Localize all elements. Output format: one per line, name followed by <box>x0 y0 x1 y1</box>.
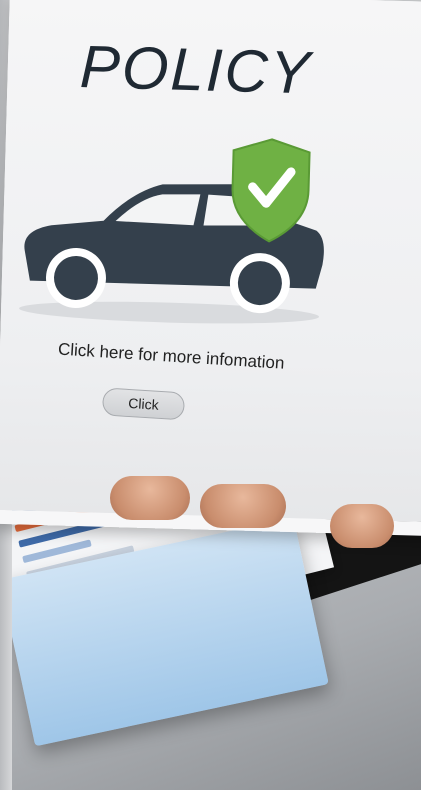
finger <box>200 484 286 528</box>
finger <box>110 476 190 520</box>
click-button[interactable]: Click <box>101 387 186 421</box>
page-title: POLICY <box>78 32 313 107</box>
finger <box>330 504 394 548</box>
tablet-device: POLICY Click here for more infomation Cl… <box>0 0 421 537</box>
tablet-screen: POLICY Click here for more infomation Cl… <box>0 0 421 523</box>
car-illustration <box>19 138 324 324</box>
photo-scene: POLICY Click here for more infomation Cl… <box>0 0 421 790</box>
info-text: Click here for more infomation <box>57 339 285 373</box>
